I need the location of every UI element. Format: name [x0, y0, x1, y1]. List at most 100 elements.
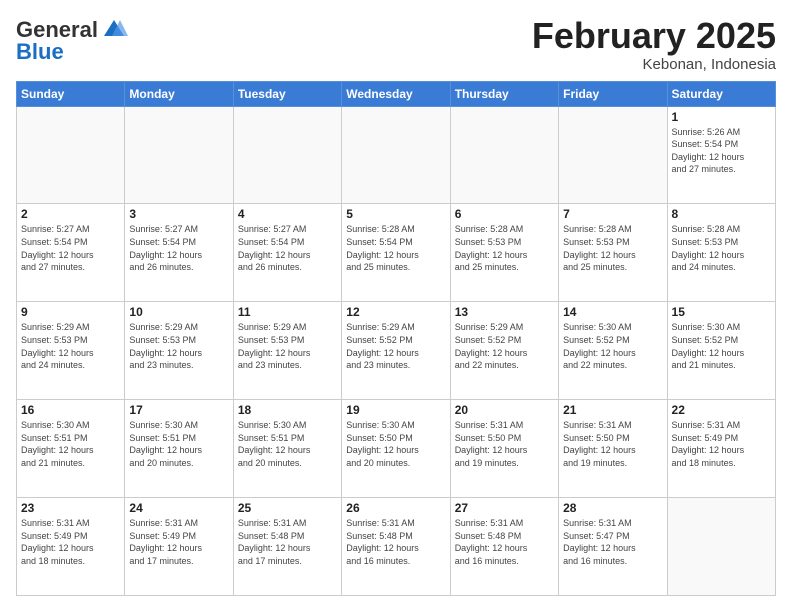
calendar-cell: 12Sunrise: 5:29 AM Sunset: 5:52 PM Dayli…: [342, 302, 450, 400]
day-info: Sunrise: 5:28 AM Sunset: 5:53 PM Dayligh…: [563, 223, 662, 273]
calendar-cell: 28 Sunrise: 5:31 AM Sunset: 5:47 PM Dayli…: [559, 498, 667, 596]
day-info: Sunrise: 5:31 AM Sunset: 5:48 PM Dayligh…: [238, 517, 337, 567]
day-number: 18: [238, 403, 337, 417]
calendar-cell: 4 Sunrise: 5:27 AM Sunset: 5:54 PM Daylig…: [233, 204, 341, 302]
calendar-week-row: 2 Sunrise: 5:27 AM Sunset: 5:54 PM Daylig…: [17, 204, 776, 302]
calendar-table: Sunday Monday Tuesday Wednesday Thursday…: [16, 81, 776, 596]
day-info: Sunrise: 5:28 AM Sunset: 5:53 PM Dayligh…: [455, 223, 554, 273]
calendar-cell: [17, 106, 125, 204]
day-info: Sunrise: 5:28 AM Sunset: 5:54 PM Dayligh…: [346, 223, 445, 273]
logo: General Blue: [16, 16, 128, 64]
calendar-cell: 3 Sunrise: 5:27 AM Sunset: 5:54 PM Daylig…: [125, 204, 233, 302]
day-info: Sunrise: 5:26 AM Sunset: 5:54 PM Dayligh…: [672, 126, 771, 176]
page: General Blue February 2025 Kebonan, Indo…: [0, 0, 792, 612]
col-thursday: Thursday: [450, 81, 558, 106]
title-block: February 2025 Kebonan, Indonesia: [532, 16, 776, 73]
day-info: Sunrise: 5:31 AM Sunset: 5:49 PM Dayligh…: [672, 419, 771, 469]
day-info: Sunrise: 5:29 AM Sunset: 5:53 PM Dayligh…: [21, 321, 120, 371]
col-tuesday: Tuesday: [233, 81, 341, 106]
calendar-cell: [559, 106, 667, 204]
day-number: 8: [672, 207, 771, 221]
day-number: 25: [238, 501, 337, 515]
day-info: Sunrise: 5:31 AM Sunset: 5:48 PM Dayligh…: [455, 517, 554, 567]
day-info: Sunrise: 5:30 AM Sunset: 5:51 PM Dayligh…: [129, 419, 228, 469]
day-number: 15: [672, 305, 771, 319]
day-number: 3: [129, 207, 228, 221]
day-number: 1: [672, 110, 771, 124]
calendar-cell: 5 Sunrise: 5:28 AM Sunset: 5:54 PM Daylig…: [342, 204, 450, 302]
day-info: Sunrise: 5:31 AM Sunset: 5:49 PM Dayligh…: [21, 517, 120, 567]
location: Kebonan, Indonesia: [532, 56, 776, 73]
calendar-cell: 2 Sunrise: 5:27 AM Sunset: 5:54 PM Daylig…: [17, 204, 125, 302]
calendar-cell: 25 Sunrise: 5:31 AM Sunset: 5:48 PM Dayli…: [233, 498, 341, 596]
calendar-week-row: 16 Sunrise: 5:30 AM Sunset: 5:51 PM Dayli…: [17, 400, 776, 498]
day-info: Sunrise: 5:29 AM Sunset: 5:53 PM Dayligh…: [129, 321, 228, 371]
col-sunday: Sunday: [17, 81, 125, 106]
calendar-cell: 14Sunrise: 5:30 AM Sunset: 5:52 PM Dayli…: [559, 302, 667, 400]
day-number: 16: [21, 403, 120, 417]
calendar-cell: 20Sunrise: 5:31 AM Sunset: 5:50 PM Dayli…: [450, 400, 558, 498]
calendar-cell: 23 Sunrise: 5:31 AM Sunset: 5:49 PM Dayli…: [17, 498, 125, 596]
day-number: 13: [455, 305, 554, 319]
day-number: 23: [21, 501, 120, 515]
day-number: 21: [563, 403, 662, 417]
day-number: 10: [129, 305, 228, 319]
day-number: 14: [563, 305, 662, 319]
calendar-week-row: 1 Sunrise: 5:26 AM Sunset: 5:54 PM Daylig…: [17, 106, 776, 204]
day-number: 6: [455, 207, 554, 221]
col-monday: Monday: [125, 81, 233, 106]
logo-blue: Blue: [16, 39, 64, 64]
calendar-cell: 27 Sunrise: 5:31 AM Sunset: 5:48 PM Dayli…: [450, 498, 558, 596]
logo-icon: [100, 16, 128, 44]
calendar-cell: [125, 106, 233, 204]
calendar-cell: 8Sunrise: 5:28 AM Sunset: 5:53 PM Daylig…: [667, 204, 775, 302]
day-info: Sunrise: 5:31 AM Sunset: 5:50 PM Dayligh…: [455, 419, 554, 469]
day-info: Sunrise: 5:30 AM Sunset: 5:51 PM Dayligh…: [238, 419, 337, 469]
col-friday: Friday: [559, 81, 667, 106]
day-number: 28: [563, 501, 662, 515]
day-number: 7: [563, 207, 662, 221]
calendar-cell: 7 Sunrise: 5:28 AM Sunset: 5:53 PM Daylig…: [559, 204, 667, 302]
day-number: 24: [129, 501, 228, 515]
day-number: 26: [346, 501, 445, 515]
day-number: 2: [21, 207, 120, 221]
calendar-cell: 24Sunrise: 5:31 AM Sunset: 5:49 PM Dayli…: [125, 498, 233, 596]
calendar-cell: 9Sunrise: 5:29 AM Sunset: 5:53 PM Daylig…: [17, 302, 125, 400]
day-info: Sunrise: 5:27 AM Sunset: 5:54 PM Dayligh…: [21, 223, 120, 273]
calendar-cell: 18 Sunrise: 5:30 AM Sunset: 5:51 PM Dayli…: [233, 400, 341, 498]
day-info: Sunrise: 5:31 AM Sunset: 5:47 PM Dayligh…: [563, 517, 662, 567]
calendar-cell: 13Sunrise: 5:29 AM Sunset: 5:52 PM Dayli…: [450, 302, 558, 400]
calendar-cell: [233, 106, 341, 204]
day-number: 5: [346, 207, 445, 221]
calendar-cell: [450, 106, 558, 204]
day-number: 19: [346, 403, 445, 417]
day-info: Sunrise: 5:31 AM Sunset: 5:48 PM Dayligh…: [346, 517, 445, 567]
header: General Blue February 2025 Kebonan, Indo…: [16, 16, 776, 73]
day-number: 17: [129, 403, 228, 417]
day-info: Sunrise: 5:29 AM Sunset: 5:52 PM Dayligh…: [346, 321, 445, 371]
calendar-cell: 1 Sunrise: 5:26 AM Sunset: 5:54 PM Daylig…: [667, 106, 775, 204]
day-info: Sunrise: 5:27 AM Sunset: 5:54 PM Dayligh…: [238, 223, 337, 273]
calendar-cell: [342, 106, 450, 204]
calendar-cell: 26 Sunrise: 5:31 AM Sunset: 5:48 PM Dayli…: [342, 498, 450, 596]
day-number: 4: [238, 207, 337, 221]
day-number: 11: [238, 305, 337, 319]
calendar-cell: 6 Sunrise: 5:28 AM Sunset: 5:53 PM Daylig…: [450, 204, 558, 302]
calendar-cell: 11 Sunrise: 5:29 AM Sunset: 5:53 PM Dayli…: [233, 302, 341, 400]
calendar-week-row: 9Sunrise: 5:29 AM Sunset: 5:53 PM Daylig…: [17, 302, 776, 400]
day-info: Sunrise: 5:30 AM Sunset: 5:52 PM Dayligh…: [672, 321, 771, 371]
day-info: Sunrise: 5:31 AM Sunset: 5:50 PM Dayligh…: [563, 419, 662, 469]
calendar-week-row: 23 Sunrise: 5:31 AM Sunset: 5:49 PM Dayli…: [17, 498, 776, 596]
col-saturday: Saturday: [667, 81, 775, 106]
calendar-cell: 21 Sunrise: 5:31 AM Sunset: 5:50 PM Dayli…: [559, 400, 667, 498]
calendar-header-row: Sunday Monday Tuesday Wednesday Thursday…: [17, 81, 776, 106]
month-title: February 2025: [532, 16, 776, 56]
day-info: Sunrise: 5:27 AM Sunset: 5:54 PM Dayligh…: [129, 223, 228, 273]
day-number: 27: [455, 501, 554, 515]
day-info: Sunrise: 5:30 AM Sunset: 5:51 PM Dayligh…: [21, 419, 120, 469]
calendar-cell: 16 Sunrise: 5:30 AM Sunset: 5:51 PM Dayli…: [17, 400, 125, 498]
calendar-cell: 10 Sunrise: 5:29 AM Sunset: 5:53 PM Dayli…: [125, 302, 233, 400]
day-info: Sunrise: 5:29 AM Sunset: 5:53 PM Dayligh…: [238, 321, 337, 371]
day-info: Sunrise: 5:30 AM Sunset: 5:50 PM Dayligh…: [346, 419, 445, 469]
col-wednesday: Wednesday: [342, 81, 450, 106]
